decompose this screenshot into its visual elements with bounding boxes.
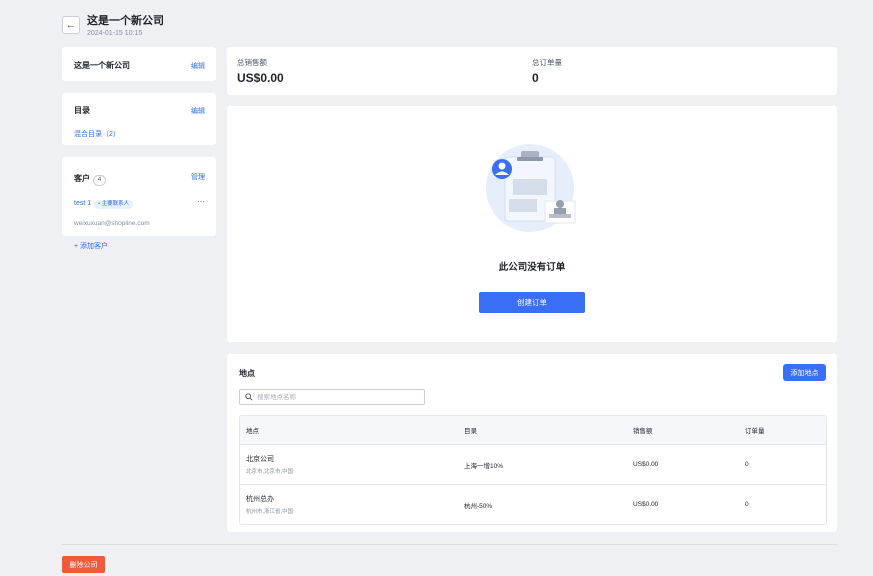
manage-customers-link[interactable]: 管理	[191, 172, 205, 182]
location-address: 杭州市,浙江省,中国	[246, 509, 294, 515]
location-sales: US$0.00	[633, 501, 659, 508]
table-header: 地点 目录 销售额 订单量	[240, 416, 826, 444]
customer-email: weixuxuan@shopline.com	[74, 220, 150, 227]
column-header-location: 地点	[246, 428, 259, 435]
edit-company-link[interactable]: 编辑	[191, 61, 205, 71]
location-catalog: 杭州-50%	[464, 502, 493, 510]
customer-name-link[interactable]: test 1	[74, 200, 91, 207]
edit-catalog-link[interactable]: 编辑	[191, 106, 205, 116]
location-catalog: 上海一增10%	[464, 462, 504, 470]
table-row[interactable]: 北京公司 北京市,北京市,中国 上海一增10% US$0.00 0	[240, 444, 826, 484]
total-orders-label: 总订单量	[532, 58, 562, 67]
create-order-button[interactable]: 创建订单	[479, 292, 585, 313]
company-card: 这是一个新公司 编辑	[62, 47, 216, 81]
search-icon	[245, 393, 253, 401]
customers-title: 客户	[74, 174, 90, 183]
location-name: 北京公司	[246, 456, 274, 463]
total-sales-label: 总销售额	[237, 58, 267, 67]
back-button[interactable]: ←	[62, 16, 80, 34]
stats-card: 总销售额 US$0.00 总订单量 0	[227, 47, 837, 95]
location-address: 北京市,北京市,中国	[246, 469, 294, 475]
locations-table: 地点 目录 销售额 订单量 北京公司 北京市,北京市,中国 上海一增10% US…	[239, 415, 827, 525]
table-row[interactable]: 杭州总办 杭州市,浙江省,中国 杭州-50% US$0.00 0	[240, 484, 826, 524]
location-name: 杭州总办	[246, 496, 274, 503]
column-header-orders: 订单量	[745, 428, 765, 435]
add-location-button[interactable]: 添加地点	[783, 364, 826, 381]
location-search-input[interactable]	[253, 393, 417, 401]
total-orders-value: 0	[532, 71, 539, 85]
catalog-card: 目录 编辑 混合目录（2）	[62, 93, 216, 145]
locations-title: 地点	[239, 369, 255, 378]
locations-card: 地点 添加地点 地点 目录 销售额 订单量 北京公司 北京市,北京市,中国 上海…	[227, 354, 837, 532]
column-header-sales: 销售额	[633, 428, 653, 435]
more-options-icon[interactable]: ···	[197, 197, 205, 206]
page-title: 这是一个新公司	[87, 14, 164, 27]
empty-orders-illustration-icon	[486, 144, 576, 232]
mixed-catalog-link[interactable]: 混合目录（2）	[74, 131, 120, 138]
customers-count-badge: 4	[93, 175, 106, 186]
orders-empty-card: 此公司没有订单 创建订单	[227, 106, 837, 342]
total-sales-value: US$0.00	[237, 71, 284, 85]
primary-contact-tag: • 主要联系人	[94, 200, 134, 209]
location-orders: 0	[745, 461, 749, 468]
location-orders: 0	[745, 501, 749, 508]
column-header-catalog: 目录	[464, 428, 477, 435]
delete-company-button[interactable]: 删除公司	[62, 556, 105, 573]
customers-card: 客户 4 管理 test 1 • 主要联系人 ··· weixuxuan@shopl…	[62, 157, 216, 250]
location-search-box[interactable]	[239, 389, 425, 405]
location-sales: US$0.00	[633, 461, 659, 468]
page-timestamp: 2024-01-15 10:15	[87, 29, 143, 37]
footer-divider	[62, 544, 837, 545]
arrow-left-icon: ←	[65, 19, 77, 31]
catalog-title: 目录	[74, 106, 90, 115]
company-name: 这是一个新公司	[74, 61, 130, 70]
add-customer-link[interactable]: + 添加客户	[74, 243, 108, 250]
page-header: ← 这是一个新公司 2024-01-15 10:15	[62, 10, 164, 40]
empty-orders-message: 此公司没有订单	[498, 262, 566, 273]
